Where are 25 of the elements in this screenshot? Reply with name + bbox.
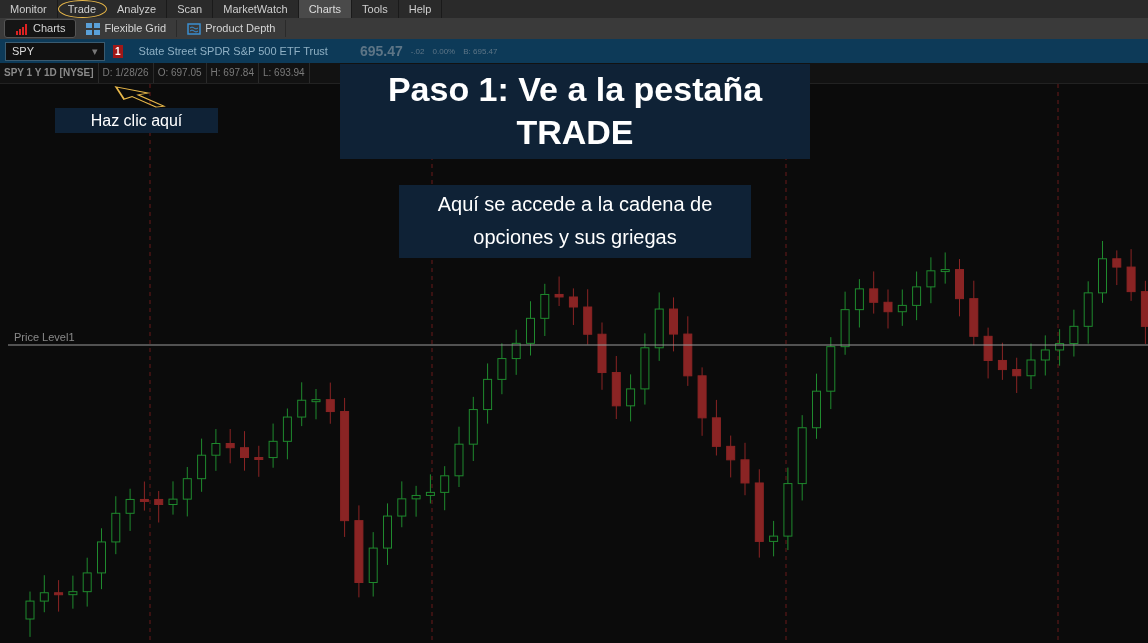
price-level-label: Price Level1: [14, 330, 75, 345]
bar-chart-icon: [15, 22, 29, 35]
last-price: 695.47: [359, 41, 403, 61]
chart-symbol-label: SPY 1 Y 1D [NYSE]: [0, 63, 99, 83]
ohlc-value: D: 1/28/26: [98, 63, 154, 83]
ohlc-value: O: 697.05: [153, 63, 207, 83]
grid-icon: [86, 22, 101, 35]
view-tab[interactable]: Charts: [4, 19, 77, 38]
price-change: -.02: [410, 46, 425, 56]
depth-icon: [187, 22, 202, 35]
view-tab[interactable]: Product Depth: [177, 20, 287, 37]
percent-change: 0.00%: [432, 46, 456, 56]
ohlc-value: H: 697.84: [206, 63, 259, 83]
view-tab[interactable]: Flexible Grid: [76, 20, 178, 37]
step-note: Aquí se accede a la cadena de opciones y sus griegas: [399, 185, 751, 258]
symbol-description: State Street SPDR S&P 500 ETF Trust: [138, 43, 328, 59]
symbol-field[interactable]: SPY ▾: [5, 41, 105, 61]
alert-badge[interactable]: 1: [113, 44, 123, 58]
menu-tab[interactable]: Trade: [57, 0, 107, 18]
menu-tab[interactable]: Charts: [298, 0, 353, 18]
bid-price: B: 695.47: [463, 46, 498, 56]
ohlc-value: L: 693.94: [258, 63, 310, 83]
pointer-callout: Haz clic aquí: [55, 108, 218, 133]
caret-icon[interactable]: ▾: [92, 42, 98, 60]
step-title: Paso 1: Ve a la pestaña TRADE: [340, 64, 810, 159]
